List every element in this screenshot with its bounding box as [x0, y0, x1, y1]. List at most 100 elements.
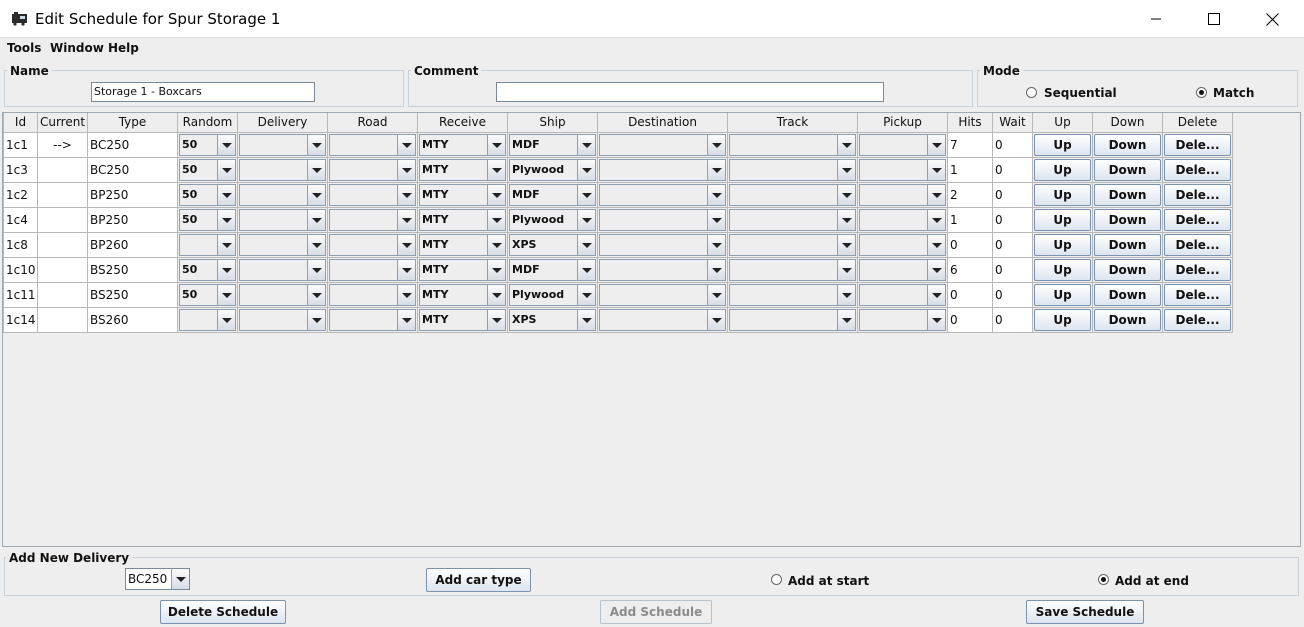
delivery-select[interactable]	[239, 183, 326, 206]
chevron-down-icon[interactable]	[217, 234, 235, 255]
ship-select[interactable]: Plywood	[509, 208, 596, 231]
cell-hits[interactable]: 6	[947, 256, 993, 283]
receive-select[interactable]: MTY	[419, 283, 506, 306]
cell-id[interactable]: 1c14	[3, 306, 38, 333]
chevron-down-icon[interactable]	[707, 184, 725, 205]
delete-schedule-button[interactable]: Delete Schedule	[160, 600, 286, 624]
random-select[interactable]: 50	[179, 183, 236, 206]
cell-hits[interactable]: 0	[947, 231, 993, 258]
cell-hits[interactable]: 0	[947, 306, 993, 333]
cell-wait[interactable]: 0	[992, 306, 1033, 333]
cell-type[interactable]: BC250	[87, 131, 178, 158]
chevron-down-icon[interactable]	[217, 209, 235, 230]
chevron-down-icon[interactable]	[487, 284, 505, 305]
schedule-table-area[interactable]: Id Current Type Random Delivery Road Rec…	[2, 112, 1301, 547]
chevron-down-icon[interactable]	[217, 134, 235, 155]
chevron-down-icon[interactable]	[577, 259, 595, 280]
chevron-down-icon[interactable]	[577, 234, 595, 255]
cell-current[interactable]	[37, 206, 88, 233]
up-button[interactable]: Up	[1034, 258, 1091, 281]
chevron-down-icon[interactable]	[837, 159, 855, 180]
column-header-current[interactable]: Current	[37, 113, 88, 133]
up-button[interactable]: Up	[1034, 158, 1091, 181]
column-header-down[interactable]: Down	[1092, 113, 1163, 133]
up-button[interactable]: Up	[1034, 283, 1091, 306]
chevron-down-icon[interactable]	[217, 284, 235, 305]
receive-select[interactable]: MTY	[419, 158, 506, 181]
receive-select[interactable]: MTY	[419, 308, 506, 331]
cell-hits[interactable]: 7	[947, 131, 993, 158]
cell-current[interactable]	[37, 306, 88, 333]
chevron-down-icon[interactable]	[307, 284, 325, 305]
chevron-down-icon[interactable]	[397, 309, 415, 330]
cell-wait[interactable]: 0	[992, 281, 1033, 308]
column-header-track[interactable]: Track	[727, 113, 858, 133]
receive-select[interactable]: MTY	[419, 208, 506, 231]
chevron-down-icon[interactable]	[217, 259, 235, 280]
column-header-wait[interactable]: Wait	[992, 113, 1033, 133]
cell-id[interactable]: 1c10	[3, 256, 38, 283]
chevron-down-icon[interactable]	[577, 134, 595, 155]
delete-button[interactable]: Dele...	[1164, 158, 1231, 181]
column-header-random[interactable]: Random	[177, 113, 238, 133]
chevron-down-icon[interactable]	[577, 184, 595, 205]
random-select[interactable]: 50	[179, 258, 236, 281]
ship-select[interactable]: MDF	[509, 258, 596, 281]
down-button[interactable]: Down	[1094, 158, 1161, 181]
column-header-hits[interactable]: Hits	[947, 113, 993, 133]
chevron-down-icon[interactable]	[577, 209, 595, 230]
receive-select[interactable]: MTY	[419, 233, 506, 256]
chevron-down-icon[interactable]	[837, 209, 855, 230]
chevron-down-icon[interactable]	[307, 309, 325, 330]
cell-type[interactable]: BC250	[87, 156, 178, 183]
chevron-down-icon[interactable]	[217, 184, 235, 205]
chevron-down-icon[interactable]	[487, 159, 505, 180]
chevron-down-icon[interactable]	[707, 209, 725, 230]
chevron-down-icon[interactable]	[927, 159, 945, 180]
ship-select[interactable]: Plywood	[509, 283, 596, 306]
ship-select[interactable]: XPS	[509, 233, 596, 256]
chevron-down-icon[interactable]	[837, 234, 855, 255]
random-select[interactable]	[179, 233, 236, 256]
ship-select[interactable]: MDF	[509, 133, 596, 156]
chevron-down-icon[interactable]	[837, 184, 855, 205]
cell-id[interactable]: 1c1	[3, 131, 38, 158]
delivery-select[interactable]	[239, 158, 326, 181]
pickup-select[interactable]	[859, 133, 946, 156]
destination-select[interactable]	[599, 133, 726, 156]
road-select[interactable]	[329, 183, 416, 206]
add-at-end-radio[interactable]	[1098, 574, 1109, 585]
chevron-down-icon[interactable]	[707, 234, 725, 255]
up-button[interactable]: Up	[1034, 308, 1091, 331]
destination-select[interactable]	[599, 283, 726, 306]
chevron-down-icon[interactable]	[307, 209, 325, 230]
pickup-select[interactable]	[859, 183, 946, 206]
cell-current[interactable]	[37, 281, 88, 308]
up-button[interactable]: Up	[1034, 183, 1091, 206]
chevron-down-icon[interactable]	[217, 309, 235, 330]
track-select[interactable]	[729, 308, 856, 331]
cell-type[interactable]: BS250	[87, 281, 178, 308]
down-button[interactable]: Down	[1094, 208, 1161, 231]
menu-help[interactable]: Help	[108, 41, 139, 55]
cell-type[interactable]: BP260	[87, 231, 178, 258]
mode-match-radio[interactable]	[1196, 87, 1207, 98]
cell-current[interactable]	[37, 156, 88, 183]
destination-select[interactable]	[599, 258, 726, 281]
road-select[interactable]	[329, 208, 416, 231]
track-select[interactable]	[729, 258, 856, 281]
column-header-receive[interactable]: Receive	[417, 113, 508, 133]
chevron-down-icon[interactable]	[577, 159, 595, 180]
column-header-road[interactable]: Road	[327, 113, 418, 133]
chevron-down-icon[interactable]	[837, 284, 855, 305]
down-button[interactable]: Down	[1094, 183, 1161, 206]
cell-wait[interactable]: 0	[992, 256, 1033, 283]
chevron-down-icon[interactable]	[927, 184, 945, 205]
menu-window[interactable]: Window	[50, 41, 104, 55]
pickup-select[interactable]	[859, 308, 946, 331]
chevron-down-icon[interactable]	[837, 259, 855, 280]
car-type-select[interactable]: BC250	[125, 568, 190, 590]
close-button[interactable]	[1243, 0, 1301, 38]
chevron-down-icon[interactable]	[487, 134, 505, 155]
cell-type[interactable]: BS250	[87, 256, 178, 283]
